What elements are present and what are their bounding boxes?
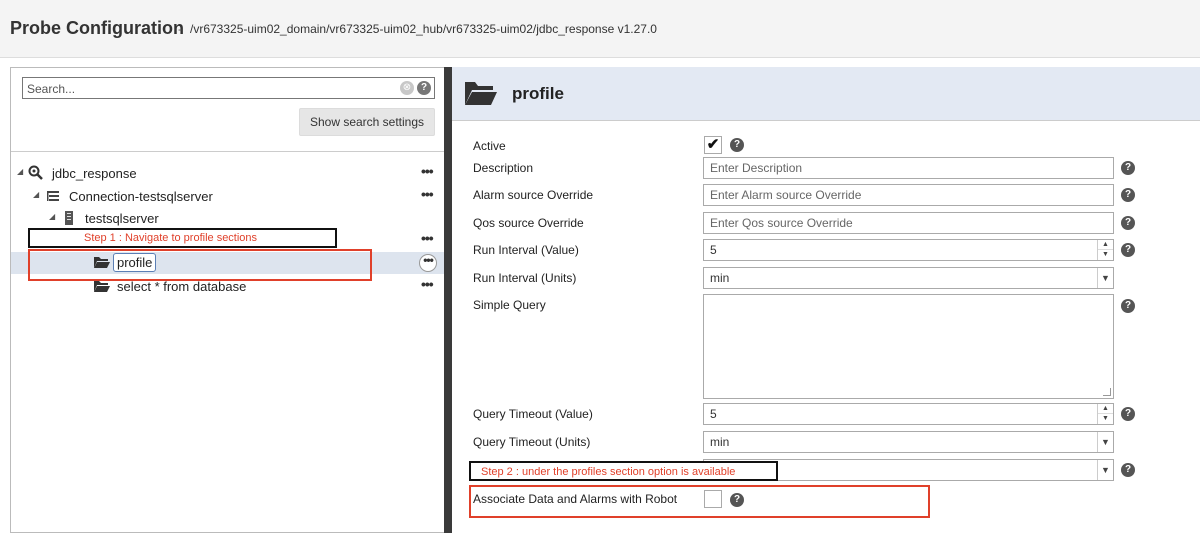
server-icon [63, 210, 75, 229]
more-options-icon[interactable]: ••• [421, 230, 434, 246]
collapse-arrow-icon[interactable]: ◢ [33, 190, 39, 199]
query-timeout-units-row: Query Timeout (Units) min ▼ [452, 431, 1200, 455]
connection-icon [45, 188, 61, 207]
title-bar: Probe Configuration - /vr673325-uim02_do… [0, 0, 1200, 58]
navigation-panel: ⊗ ? Show search settings ◢ jdbc_response… [10, 67, 445, 533]
decrement-icon[interactable]: ▼ [1098, 414, 1113, 424]
tree-item-label: testsqlserver [85, 211, 159, 226]
decrement-icon[interactable]: ▼ [1098, 250, 1113, 260]
step2-highlight-box [469, 485, 930, 518]
stepper-buttons: ▲ ▼ [1097, 240, 1113, 260]
increment-icon[interactable]: ▲ [1098, 404, 1113, 414]
help-icon[interactable]: ? [1121, 407, 1135, 421]
description-label: Description [473, 161, 534, 175]
run-interval-units-row: Run Interval (Units) min ▼ [452, 267, 1200, 291]
run-interval-units-value: min [710, 271, 730, 285]
qos-source-row: Qos source Override Enter Qos source Ove… [452, 212, 1200, 236]
help-icon[interactable]: ? [1121, 299, 1135, 313]
qos-source-label: Qos source Override [473, 216, 584, 230]
search-input[interactable] [27, 80, 387, 97]
step1-annotation-text: Step 1 : Navigate to profile sections [84, 232, 258, 244]
collapse-arrow-icon[interactable]: ◢ [17, 167, 23, 176]
divider [11, 151, 444, 152]
alarm-source-field[interactable]: Enter Alarm source Override [703, 184, 1114, 206]
more-options-icon[interactable]: ••• [421, 276, 434, 292]
help-icon[interactable]: ? [730, 138, 744, 152]
active-row: Active ✔ ? [452, 135, 1200, 159]
run-interval-value-stepper[interactable]: 5 ▲ ▼ [703, 239, 1114, 261]
help-icon[interactable]: ? [1121, 243, 1135, 257]
more-options-icon[interactable]: ••• [421, 163, 434, 179]
clear-search-icon[interactable]: ⊗ [400, 81, 414, 95]
step2-annotation-text: Step 2 : under the profiles section opti… [481, 466, 736, 478]
panel-splitter[interactable] [444, 67, 452, 533]
tree-item-jdbc-response[interactable]: ◢ jdbc_response ••• [11, 163, 445, 185]
alarm-source-row: Alarm source Override Enter Alarm source… [452, 184, 1200, 208]
query-timeout-value-stepper[interactable]: 5 ▲ ▼ [703, 403, 1114, 425]
resize-grip-icon[interactable] [1103, 388, 1111, 396]
run-interval-units-select[interactable]: min ▼ [703, 267, 1114, 289]
show-search-settings-button[interactable]: Show search settings [299, 108, 435, 136]
tree-item-label: select * from database [117, 279, 247, 294]
query-timeout-value-label: Query Timeout (Value) [473, 407, 593, 421]
detail-header: profile [452, 67, 1200, 121]
query-timeout-value: 5 [710, 407, 717, 421]
tree-item-testsqlserver[interactable]: ◢ testsqlserver [11, 208, 445, 230]
tree-item-connection[interactable]: ◢ Connection-testsqlserver ••• [11, 186, 445, 208]
active-checkbox[interactable]: ✔ [704, 136, 722, 154]
breadcrumb: /vr673325-uim02_domain/vr673325-uim02_hu… [190, 22, 657, 36]
description-field[interactable]: Enter Description [703, 157, 1114, 179]
more-options-icon[interactable]: ••• [420, 254, 436, 271]
query-timeout-units-select[interactable]: min ▼ [703, 431, 1114, 453]
page-title: Probe Configuration [10, 18, 184, 38]
query-timeout-units-value: min [710, 435, 730, 449]
run-interval-value-row: Run Interval (Value) 5 ▲ ▼ ? [452, 239, 1200, 263]
chevron-down-icon[interactable]: ▼ [1097, 460, 1113, 480]
run-interval-units-label: Run Interval (Units) [473, 271, 577, 285]
run-interval-value: 5 [710, 243, 717, 257]
more-options-icon[interactable]: ••• [421, 186, 434, 202]
detail-panel: profile Active ✔ ? Description Enter Des… [452, 67, 1200, 533]
title-separator: - [178, 22, 182, 36]
help-icon[interactable]: ? [1121, 161, 1135, 175]
run-interval-value-label: Run Interval (Value) [473, 243, 579, 257]
stepper-buttons: ▲ ▼ [1097, 404, 1113, 424]
query-timeout-value-row: Query Timeout (Value) 5 ▲ ▼ ? [452, 403, 1200, 427]
probe-search-icon [28, 165, 44, 184]
help-icon[interactable]: ? [417, 81, 431, 95]
query-timeout-units-label: Query Timeout (Units) [473, 435, 591, 449]
folder-icon [464, 79, 498, 112]
simple-query-textarea[interactable] [703, 294, 1114, 399]
alarm-source-label: Alarm source Override [473, 188, 594, 202]
qos-source-field[interactable]: Enter Qos source Override [703, 212, 1114, 234]
description-row: Description Enter Description ? [452, 157, 1200, 181]
active-label: Active [473, 139, 506, 153]
collapse-arrow-icon[interactable]: ◢ [49, 212, 55, 221]
detail-title: profile [512, 84, 564, 103]
help-icon[interactable]: ? [1121, 463, 1135, 477]
tree-item-label: jdbc_response [52, 166, 137, 181]
help-icon[interactable]: ? [1121, 216, 1135, 230]
search-box: ⊗ ? [22, 77, 435, 99]
step1-highlight-box [28, 249, 372, 281]
increment-icon[interactable]: ▲ [1098, 240, 1113, 250]
folder-icon [93, 279, 111, 296]
tree-item-label: Connection-testsqlserver [69, 189, 213, 204]
chevron-down-icon[interactable]: ▼ [1097, 432, 1113, 452]
simple-query-label: Simple Query [473, 298, 546, 312]
help-icon[interactable]: ? [1121, 188, 1135, 202]
chevron-down-icon[interactable]: ▼ [1097, 268, 1113, 288]
